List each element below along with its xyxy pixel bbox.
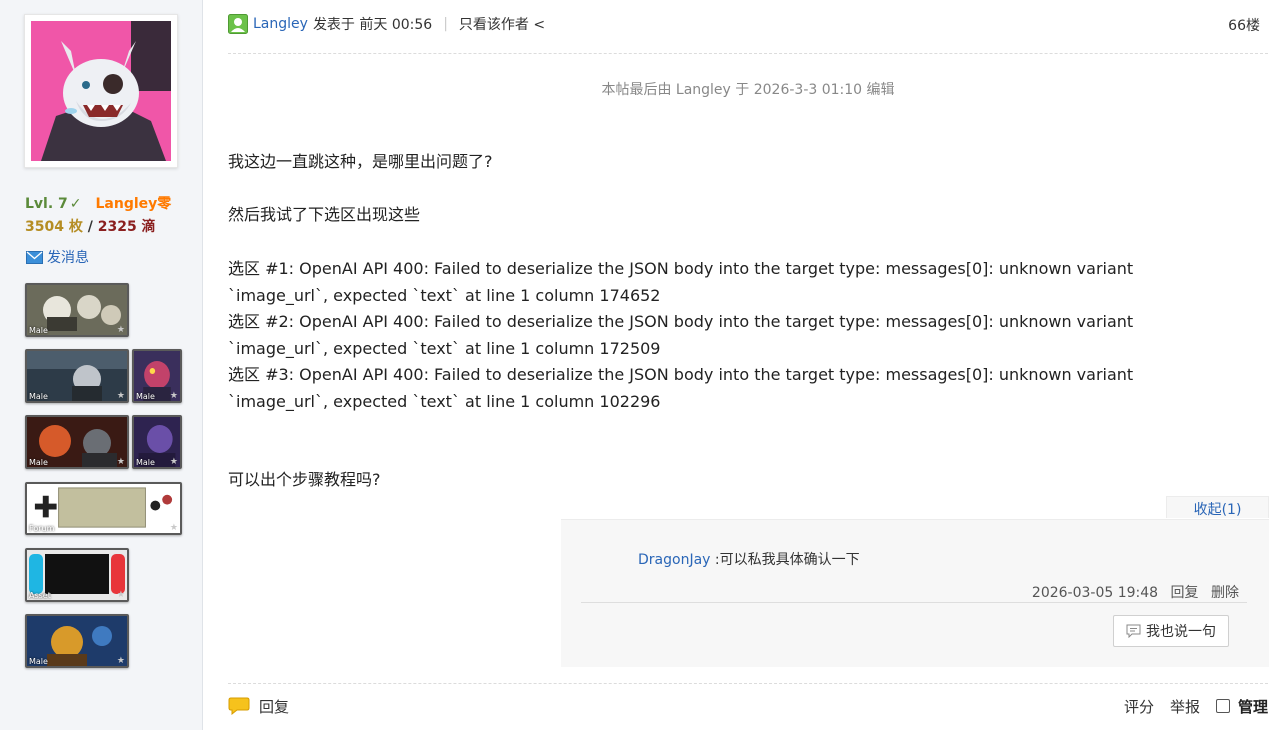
speech-bubble-icon (1126, 624, 1141, 638)
medal-badge[interactable]: Male ★ (25, 614, 129, 668)
comment-delete-link[interactable]: 删除 (1211, 585, 1239, 601)
medal-caption: Male (29, 392, 48, 401)
author-sidebar: Lvl. 7 ✓ Langley零 3504 枚 / 2325 滴 发消息 Male… (0, 0, 203, 730)
post-paragraph: 然后我试了下选区出现这些 (228, 205, 421, 224)
envelope-icon (26, 250, 43, 264)
medal-caption: Male (136, 458, 155, 467)
comment-time: 2026-03-05 19:48 (1031, 585, 1159, 601)
medal-caption: Male (29, 657, 48, 666)
reply-bubble-icon (228, 697, 250, 715)
user-coins: 3504 枚 (25, 219, 83, 235)
comment-meta: 2026-03-05 19:48 回复 删除 (1028, 582, 1239, 602)
medal-badge[interactable]: Male ★ (25, 349, 129, 403)
comment-panel: DragonJay :可以私我具体确认一下 2026-03-05 19:48 回… (561, 519, 1269, 667)
collapse-comments-link[interactable]: 收起(1) (1166, 496, 1269, 519)
post-actions-bar: 回复 评分 举报 管理 (228, 692, 1268, 720)
currency-separator: / (87, 219, 93, 235)
add-comment-button[interactable]: 我也说一句 (1113, 615, 1229, 647)
user-level: Lvl. 7 (25, 196, 68, 212)
medal-badge[interactable]: Asset ★ (25, 548, 129, 602)
user-title[interactable]: Langley零 (96, 196, 172, 212)
edit-note: 本帖最后由 Langley 于 2026-3-3 01:10 编辑 (601, 82, 895, 98)
user-drops: 2325 滴 (97, 219, 156, 235)
medal-badge[interactable]: Male ★ (25, 415, 129, 469)
medal-badge[interactable]: Male ★ (132, 349, 182, 403)
select-post-checkbox[interactable] (1215, 699, 1230, 713)
avatar[interactable] (24, 14, 178, 168)
report-link[interactable]: 举报 (1170, 696, 1200, 717)
medal-caption: Forum (29, 524, 55, 533)
header-separator: | (443, 16, 448, 32)
post-paragraph: 我这边一直跳这种，是哪里出问题了? (228, 152, 493, 171)
star-icon: ★ (169, 391, 178, 401)
comment-reply-link[interactable]: 回复 (1171, 585, 1199, 601)
post-error-log: 选区 #1: OpenAI API 400: Failed to deseria… (228, 259, 1134, 411)
only-author-link[interactable]: 只看该作者 < (459, 14, 545, 34)
star-icon: ★ (116, 325, 125, 335)
user-level-line: Lvl. 7 ✓ Langley零 (25, 193, 171, 213)
verified-check-icon: ✓ (69, 196, 82, 212)
post-tools: 评分 举报 管理 (1124, 696, 1268, 717)
medal-caption: Male (136, 392, 155, 401)
comment-text: :可以私我具体确认一下 (710, 552, 860, 568)
reply-label: 回复 (259, 697, 290, 716)
user-online-icon (228, 14, 248, 34)
medal-caption: Male (29, 458, 48, 467)
comment-divider (581, 602, 1247, 603)
star-icon: ★ (116, 590, 125, 600)
footer-divider (228, 683, 1268, 684)
post-header: Langley 发表于 前天 00:56 | 只看该作者 < (228, 14, 545, 34)
send-message-label: 发消息 (47, 250, 89, 266)
star-icon: ★ (116, 656, 125, 666)
medal-badge[interactable]: Forum ★ (25, 482, 182, 535)
manage-link[interactable]: 管理 (1238, 696, 1268, 717)
star-icon: ★ (116, 457, 125, 467)
add-comment-label: 我也说一句 (1146, 624, 1216, 640)
avatar-image (31, 21, 171, 161)
post-main: Langley 发表于 前天 00:56 | 只看该作者 < 66楼 本帖最后由… (203, 0, 1280, 730)
user-currency-line: 3504 枚 / 2325 滴 (25, 216, 156, 236)
floor-number-link[interactable]: 66楼 (1228, 15, 1260, 35)
send-message-link[interactable]: 发消息 (26, 247, 89, 267)
rate-link[interactable]: 评分 (1124, 696, 1154, 717)
comment-item: DragonJay :可以私我具体确认一下 (638, 549, 860, 569)
comment-author-link[interactable]: DragonJay (638, 552, 710, 568)
medal-badge[interactable]: Male ★ (132, 415, 182, 469)
medal-caption: Male (29, 326, 48, 335)
reply-button[interactable]: 回复 (228, 696, 289, 717)
star-icon: ★ (169, 523, 178, 533)
post-time: 发表于 前天 00:56 (312, 17, 433, 33)
medal-caption: Asset (29, 591, 51, 600)
star-icon: ★ (116, 391, 125, 401)
post-paragraph: 可以出个步骤教程吗? (228, 470, 381, 489)
star-icon: ★ (169, 457, 178, 467)
medal-badge[interactable]: Male ★ (25, 283, 129, 337)
header-divider (228, 53, 1268, 54)
post-author-link[interactable]: Langley (253, 16, 308, 32)
